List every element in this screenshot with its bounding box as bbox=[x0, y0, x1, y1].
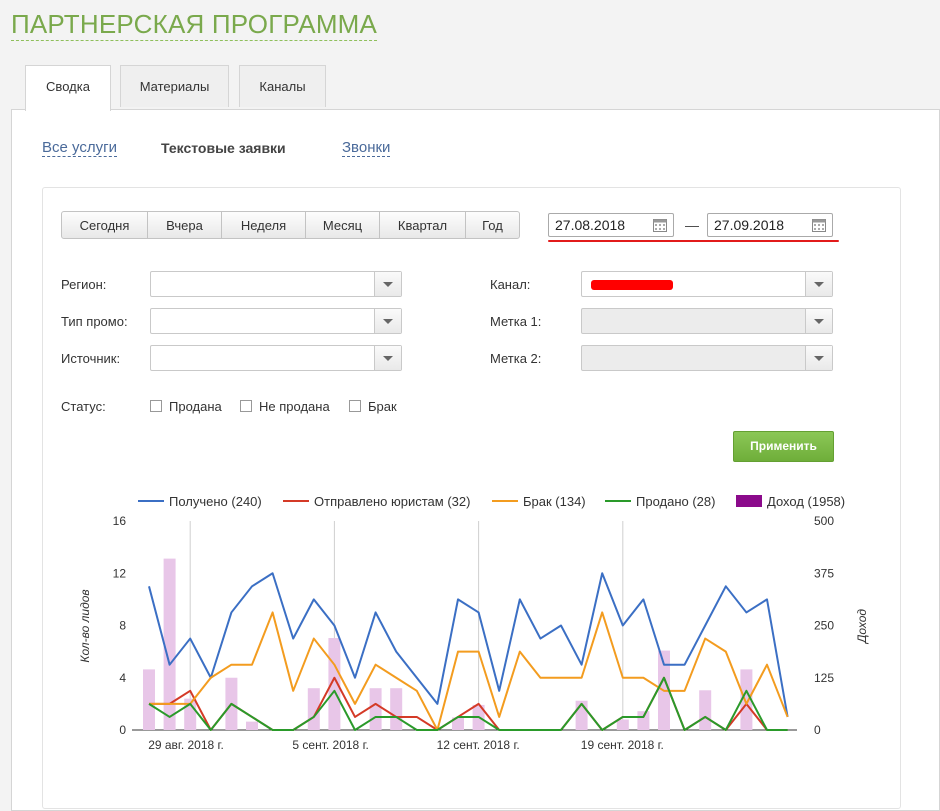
income-bars bbox=[143, 558, 753, 730]
income-bar bbox=[390, 688, 403, 730]
y-tick-label: 12 bbox=[113, 566, 127, 580]
y2-tick-label: 250 bbox=[814, 619, 834, 633]
chart-legend: Получено (240) Отправлено юристам (32) Бра… bbox=[138, 494, 845, 509]
legend-label: Доход (1958) bbox=[767, 494, 845, 509]
series-lines bbox=[148, 572, 789, 731]
income-bar bbox=[369, 688, 382, 730]
y-tick-label: 4 bbox=[119, 671, 126, 685]
y2-tick-label: 500 bbox=[814, 514, 834, 528]
legend-label: Продано (28) bbox=[636, 494, 715, 509]
series-line-received bbox=[148, 572, 789, 718]
legend-label: Отправлено юристам (32) bbox=[314, 494, 470, 509]
y2-tick-label: 125 bbox=[814, 671, 834, 685]
x-tick-label: 12 сент. 2018 г. bbox=[437, 738, 520, 752]
income-bar bbox=[637, 711, 650, 730]
y-axis-title: Кол-во лидов bbox=[78, 589, 92, 662]
y2-axis-title: Доход bbox=[855, 609, 869, 645]
y2-tick-label: 0 bbox=[814, 723, 821, 737]
x-tick-label: 5 сент. 2018 г. bbox=[292, 738, 368, 752]
leads-chart: Получено (240) Отправлено юристам (32) Бра… bbox=[78, 494, 869, 752]
y-tick-label: 8 bbox=[119, 619, 126, 633]
income-bar bbox=[616, 719, 629, 730]
legend-label: Получено (240) bbox=[169, 494, 262, 509]
income-bar bbox=[699, 690, 712, 730]
x-tick-label: 29 авг. 2018 г. bbox=[148, 738, 224, 752]
series-line-sent bbox=[149, 676, 788, 731]
y-tick-label: 16 bbox=[113, 514, 127, 528]
x-tick-label: 19 сент. 2018 г. bbox=[581, 738, 664, 752]
income-bar bbox=[143, 669, 155, 730]
series-line-sold bbox=[148, 676, 788, 731]
legend-label: Брак (134) bbox=[523, 494, 586, 509]
legend-swatch bbox=[736, 495, 762, 507]
y2-tick-label: 375 bbox=[814, 566, 834, 580]
tab-summary[interactable]: Сводка bbox=[25, 65, 111, 111]
income-bar bbox=[246, 721, 258, 730]
y-tick-label: 0 bbox=[119, 723, 126, 737]
